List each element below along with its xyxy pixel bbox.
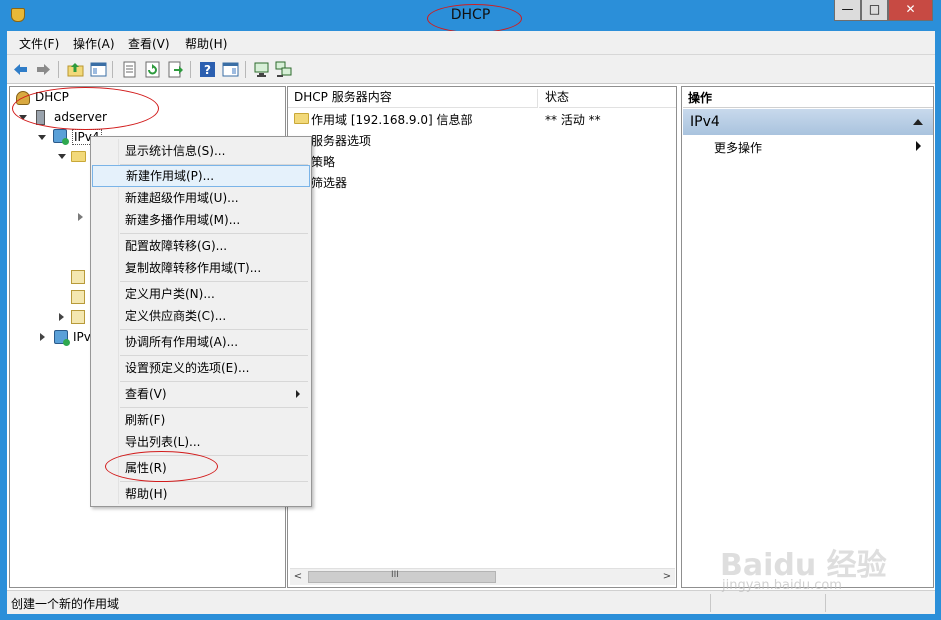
- menu-separator: [120, 407, 308, 408]
- ctx-new-scope[interactable]: 新建作用域(P)...: [92, 165, 310, 187]
- menu-help[interactable]: 帮助(H): [185, 35, 227, 52]
- filters-icon: [71, 310, 85, 324]
- scroll-left-icon[interactable]: <: [291, 570, 305, 584]
- list-item-name[interactable]: 作用域 [192.168.9.0] 信息部: [311, 111, 473, 128]
- collapse-arrow-icon[interactable]: [78, 213, 83, 221]
- scrollbar-thumb[interactable]: III: [308, 570, 496, 583]
- minimize-button[interactable]: —: [834, 0, 861, 21]
- close-button[interactable]: ✕: [888, 0, 933, 21]
- scroll-grip: III: [391, 570, 399, 580]
- annotation-ellipse-properties: [105, 451, 218, 482]
- annotation-ellipse-tree: [12, 87, 159, 130]
- ipv4-icon: [53, 129, 69, 145]
- menu-separator: [120, 355, 308, 356]
- ctx-define-vendor-classes[interactable]: 定义供应商类(C)...: [92, 305, 310, 327]
- refresh-icon[interactable]: [144, 61, 161, 78]
- menu-separator: [120, 281, 308, 282]
- ctx-set-predefined-options[interactable]: 设置预定义的选项(E)...: [92, 357, 310, 379]
- annotation-ellipse-title: [427, 4, 522, 33]
- ipv6-icon: [54, 330, 70, 346]
- menu-action[interactable]: 操作(A): [73, 35, 115, 52]
- up-folder-icon[interactable]: [67, 61, 84, 78]
- ctx-new-multicast-scope[interactable]: 新建多播作用域(M)...: [92, 209, 310, 231]
- svg-text:?: ?: [204, 63, 211, 77]
- actions-pane: 操作 IPv4 更多操作: [681, 86, 934, 588]
- actions-section-ipv4[interactable]: IPv4: [683, 109, 933, 135]
- submenu-arrow-icon: [916, 141, 921, 151]
- scroll-right-icon[interactable]: >: [660, 570, 674, 584]
- actions-section-label: IPv4: [690, 114, 720, 130]
- actions-header: 操作: [683, 88, 933, 108]
- ctx-reconcile-all-scopes[interactable]: 协调所有作用域(A)...: [92, 331, 310, 353]
- baidu-watermark-url: jingyan.baidu.com: [722, 578, 842, 593]
- ctx-refresh[interactable]: 刷新(F): [92, 409, 310, 431]
- collapse-arrow-icon[interactable]: [40, 333, 45, 341]
- content-pane[interactable]: DHCP 服务器内容 状态 作用域 [192.168.9.0] 信息部 ** 活…: [287, 86, 677, 588]
- toolbar: ?: [7, 55, 935, 84]
- server-monitor-icon[interactable]: [253, 61, 270, 78]
- menu-view[interactable]: 查看(V): [128, 35, 170, 52]
- ctx-new-superscope[interactable]: 新建超级作用域(U)...: [92, 187, 310, 209]
- menu-separator: [120, 329, 308, 330]
- properties-sheet-icon[interactable]: [121, 61, 138, 78]
- collapse-arrow-icon[interactable]: [59, 313, 64, 321]
- tree-item-ipv6[interactable]: IPv: [73, 330, 91, 344]
- menu-bar: 文件(F) 操作(A) 查看(V) 帮助(H): [7, 31, 935, 55]
- ctx-view-label: 查看(V): [125, 387, 167, 401]
- menu-separator: [120, 233, 308, 234]
- expand-arrow-icon[interactable]: [38, 135, 46, 140]
- toolbar-separator: [190, 61, 191, 78]
- help-icon[interactable]: ?: [199, 61, 216, 78]
- window-frame-right: [935, 31, 941, 620]
- forward-arrow-icon[interactable]: [35, 61, 52, 78]
- ctx-define-user-classes[interactable]: 定义用户类(N)...: [92, 283, 310, 305]
- scope-folder-icon: [71, 151, 86, 162]
- horizontal-scrollbar[interactable]: < III >: [290, 568, 675, 585]
- ctx-help[interactable]: 帮助(H): [92, 483, 310, 505]
- more-actions-link[interactable]: 更多操作: [714, 139, 762, 156]
- show-action-pane-icon[interactable]: [222, 61, 239, 78]
- collapse-section-icon[interactable]: [913, 119, 923, 125]
- list-item-name[interactable]: 策略: [311, 153, 335, 170]
- server-network-icon[interactable]: [275, 61, 292, 78]
- status-text: 创建一个新的作用域: [11, 597, 120, 611]
- toolbar-separator: [58, 61, 59, 78]
- ctx-configure-failover[interactable]: 配置故障转移(G)...: [92, 235, 310, 257]
- maximize-button[interactable]: □: [861, 0, 888, 21]
- menu-separator: [120, 381, 308, 382]
- export-list-icon[interactable]: [167, 61, 184, 78]
- back-arrow-icon[interactable]: [12, 61, 29, 78]
- window-frame-left: [0, 31, 7, 620]
- toolbar-separator: [112, 61, 113, 78]
- ctx-view[interactable]: 查看(V): [92, 383, 310, 405]
- policies-icon: [71, 290, 85, 304]
- toolbar-separator: [245, 61, 246, 78]
- ctx-show-statistics[interactable]: 显示统计信息(S)...: [92, 140, 310, 162]
- status-divider: [710, 594, 711, 612]
- status-divider: [825, 594, 826, 612]
- expand-arrow-icon[interactable]: [58, 154, 66, 159]
- window-frame-bottom: [0, 614, 941, 620]
- menu-file[interactable]: 文件(F): [19, 35, 59, 52]
- scope-folder-icon: [294, 113, 309, 124]
- server-options-icon: [71, 270, 85, 284]
- submenu-arrow-icon: [296, 390, 300, 398]
- column-header-contents[interactable]: DHCP 服务器内容: [288, 89, 538, 108]
- list-item-name[interactable]: 服务器选项: [311, 132, 371, 149]
- list-item-name[interactable]: 筛选器: [311, 174, 347, 191]
- context-menu: 显示统计信息(S)... 新建作用域(P)... 新建超级作用域(U)... 新…: [90, 136, 312, 507]
- list-item-status: ** 活动 **: [545, 113, 601, 127]
- ctx-export-list[interactable]: 导出列表(L)...: [92, 431, 310, 453]
- status-bar: 创建一个新的作用域: [7, 590, 935, 614]
- ctx-replicate-failover[interactable]: 复制故障转移作用域(T)...: [92, 257, 310, 279]
- column-header-status[interactable]: 状态: [539, 89, 676, 108]
- title-bar: DHCP — □ ✕: [0, 0, 941, 33]
- show-hide-tree-icon[interactable]: [90, 61, 107, 78]
